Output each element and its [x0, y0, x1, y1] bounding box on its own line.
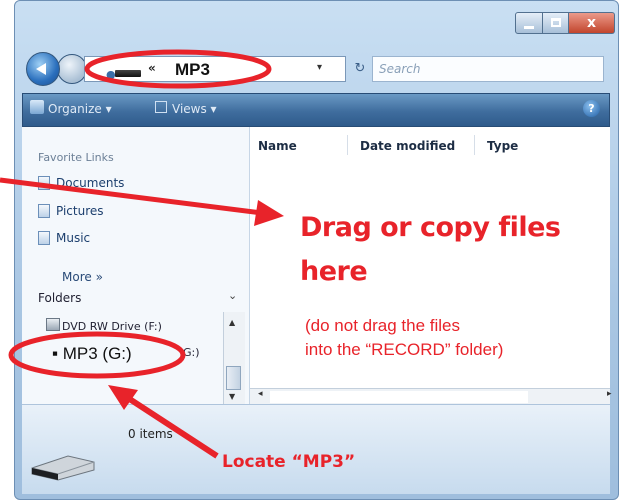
- annotation-overlay: [0, 49, 284, 459]
- tree-highlight-ellipse: [8, 331, 186, 379]
- drag-arrow: [0, 177, 284, 226]
- locate-arrow: [108, 385, 219, 459]
- address-highlight-ellipse: [84, 49, 272, 89]
